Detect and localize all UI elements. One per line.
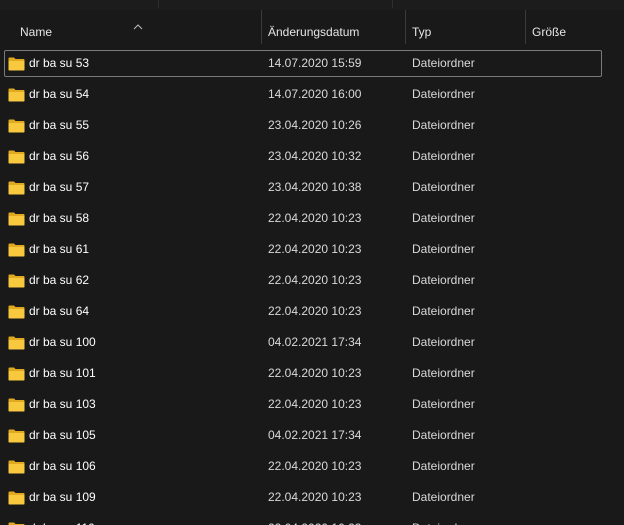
- column-header-size[interactable]: Größe: [532, 10, 612, 44]
- table-row[interactable]: dr ba su 62 22.04.2020 10:23 Dateiordner: [4, 267, 602, 294]
- file-name: dr ba su 58: [29, 211, 90, 225]
- file-type: Dateiordner: [412, 242, 475, 256]
- file-type: Dateiordner: [412, 490, 475, 504]
- modified-date: 22.04.2020 10:23: [268, 273, 362, 287]
- file-type: Dateiordner: [412, 273, 475, 287]
- table-row[interactable]: dr ba su 54 14.07.2020 16:00 Dateiordner: [4, 81, 602, 108]
- column-header-name[interactable]: Name: [20, 10, 256, 44]
- column-header-modified[interactable]: Änderungsdatum: [268, 10, 400, 44]
- table-row[interactable]: dr ba su 109 22.04.2020 10:23 Dateiordner: [4, 484, 602, 511]
- file-name: dr ba su 103: [29, 397, 96, 411]
- folder-icon: [8, 336, 25, 350]
- file-name: dr ba su 109: [29, 490, 96, 504]
- modified-date: 14.07.2020 16:00: [268, 87, 362, 101]
- column-header-bar: Name Änderungsdatum Typ Größe: [0, 10, 624, 44]
- table-row[interactable]: dr ba su 103 22.04.2020 10:23 Dateiordner: [4, 391, 602, 418]
- file-type: Dateiordner: [412, 516, 475, 525]
- table-row[interactable]: dr ba su 110 22.04.2020 10:23 Dateiordner: [4, 515, 602, 525]
- modified-date: 23.04.2020 10:38: [268, 180, 362, 194]
- table-row[interactable]: dr ba su 57 23.04.2020 10:38 Dateiordner: [4, 174, 602, 201]
- modified-date: 23.04.2020 10:32: [268, 149, 362, 163]
- file-name: dr ba su 101: [29, 366, 96, 380]
- modified-date: 22.04.2020 10:23: [268, 516, 361, 525]
- table-row[interactable]: dr ba su 56 23.04.2020 10:32 Dateiordner: [4, 143, 602, 170]
- toolbar-strip: [0, 0, 624, 10]
- file-name: dr ba su 62: [29, 273, 90, 287]
- file-type: Dateiordner: [412, 304, 475, 318]
- folder-icon: [8, 429, 25, 443]
- file-name: dr ba su 56: [29, 149, 90, 163]
- toolbar-divider: [158, 0, 159, 8]
- file-type: Dateiordner: [412, 428, 475, 442]
- column-resize-handle[interactable]: [525, 10, 526, 44]
- toolbar-divider: [392, 0, 393, 8]
- column-header-type[interactable]: Typ: [412, 10, 520, 44]
- modified-date: 04.02.2021 17:34: [268, 335, 362, 349]
- table-row[interactable]: dr ba su 53 14.07.2020 15:59 Dateiordner: [4, 50, 602, 77]
- folder-icon: [8, 88, 25, 102]
- column-resize-handle[interactable]: [261, 10, 262, 44]
- folder-icon: [8, 150, 25, 164]
- table-row[interactable]: dr ba su 101 22.04.2020 10:23 Dateiordner: [4, 360, 602, 387]
- modified-date: 22.04.2020 10:23: [268, 366, 362, 380]
- table-row[interactable]: dr ba su 106 22.04.2020 10:23 Dateiordner: [4, 453, 602, 480]
- modified-date: 14.07.2020 15:59: [268, 56, 362, 70]
- folder-icon: [8, 119, 25, 133]
- file-name: dr ba su 64: [29, 304, 90, 318]
- file-name: dr ba su 57: [29, 180, 90, 194]
- table-row[interactable]: dr ba su 100 04.02.2021 17:34 Dateiordner: [4, 329, 602, 356]
- modified-date: 22.04.2020 10:23: [268, 397, 362, 411]
- column-resize-handle[interactable]: [405, 10, 406, 44]
- file-name: dr ba su 105: [29, 428, 96, 442]
- file-name: dr ba su 54: [29, 87, 90, 101]
- file-type: Dateiordner: [412, 397, 475, 411]
- folder-icon: [8, 398, 25, 412]
- file-type: Dateiordner: [412, 211, 475, 225]
- file-name: dr ba su 53: [29, 56, 90, 70]
- folder-icon: [8, 181, 25, 195]
- file-type: Dateiordner: [412, 87, 475, 101]
- table-row[interactable]: dr ba su 61 22.04.2020 10:23 Dateiordner: [4, 236, 602, 263]
- folder-icon: [8, 243, 25, 257]
- modified-date: 22.04.2020 10:23: [268, 304, 362, 318]
- file-type: Dateiordner: [412, 366, 475, 380]
- folder-icon: [8, 57, 25, 71]
- file-list: dr ba su 53 14.07.2020 15:59 Dateiordner dr…: [0, 48, 624, 525]
- modified-date: 22.04.2020 10:23: [268, 211, 362, 225]
- table-row[interactable]: dr ba su 55 23.04.2020 10:26 Dateiordner: [4, 112, 602, 139]
- file-type: Dateiordner: [412, 149, 475, 163]
- file-name: dr ba su 55: [29, 118, 90, 132]
- table-row[interactable]: dr ba su 105 04.02.2021 17:34 Dateiordner: [4, 422, 602, 449]
- file-name: dr ba su 110: [29, 516, 95, 525]
- folder-icon: [8, 367, 25, 381]
- folder-icon: [8, 212, 25, 226]
- file-name: dr ba su 106: [29, 459, 96, 473]
- file-type: Dateiordner: [412, 459, 475, 473]
- folder-icon: [8, 460, 25, 474]
- file-type: Dateiordner: [412, 180, 475, 194]
- file-type: Dateiordner: [412, 56, 475, 70]
- file-type: Dateiordner: [412, 335, 475, 349]
- table-row[interactable]: dr ba su 64 22.04.2020 10:23 Dateiordner: [4, 298, 602, 325]
- modified-date: 04.02.2021 17:34: [268, 428, 362, 442]
- modified-date: 23.04.2020 10:26: [268, 118, 362, 132]
- file-type: Dateiordner: [412, 118, 475, 132]
- folder-icon: [8, 274, 25, 288]
- folder-icon: [8, 491, 25, 505]
- folder-icon: [8, 305, 25, 319]
- table-row[interactable]: dr ba su 58 22.04.2020 10:23 Dateiordner: [4, 205, 602, 232]
- modified-date: 22.04.2020 10:23: [268, 459, 362, 473]
- modified-date: 22.04.2020 10:23: [268, 242, 362, 256]
- file-name: dr ba su 61: [29, 242, 90, 256]
- file-name: dr ba su 100: [29, 335, 96, 349]
- modified-date: 22.04.2020 10:23: [268, 490, 362, 504]
